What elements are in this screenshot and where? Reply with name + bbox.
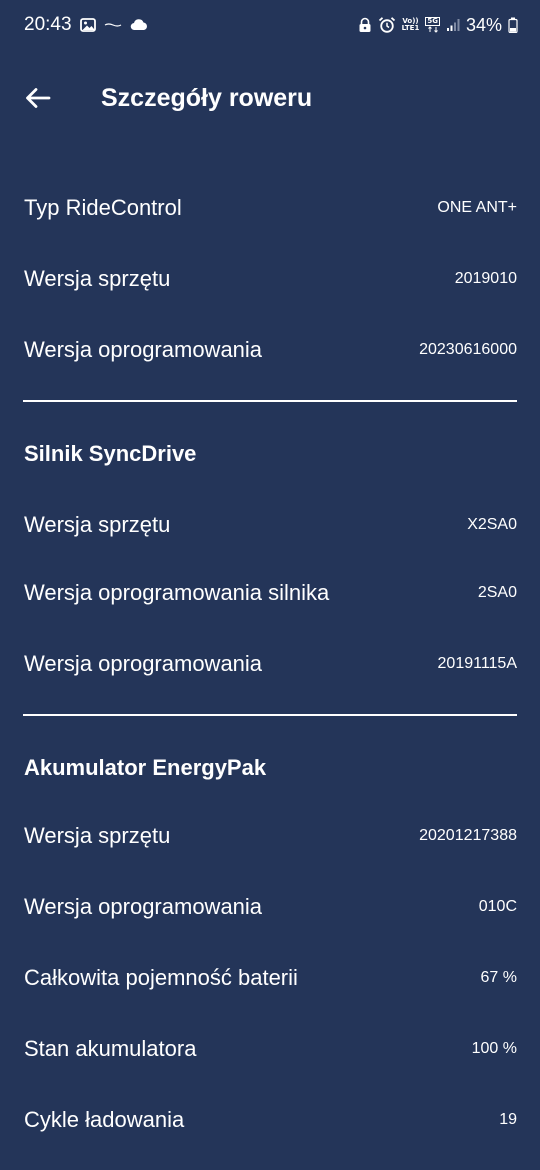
battery-icon bbox=[508, 17, 518, 33]
info-row-charge-cycles: Cykle ładowania 19 bbox=[24, 1100, 517, 1140]
network-bottom-label: LTE1 bbox=[401, 24, 420, 32]
section-title-battery: Akumulator EnergyPak bbox=[24, 755, 267, 780]
row-label: Wersja oprogramowania bbox=[24, 337, 263, 362]
section-divider bbox=[23, 400, 517, 402]
row-label: Wersja sprzętu bbox=[24, 266, 171, 291]
row-value: 2019010 bbox=[454, 270, 517, 287]
volte-icon: Vo)) LTE1 bbox=[402, 18, 420, 32]
row-label: Typ RideControl bbox=[24, 195, 182, 220]
info-row-battery-software-version: Wersja oprogramowania 010C bbox=[24, 887, 517, 927]
status-left: 20:43 bbox=[24, 14, 148, 36]
gallery-icon bbox=[79, 18, 96, 32]
row-value: 19 bbox=[499, 1111, 517, 1128]
info-row-battery-capacity: Całkowita pojemność baterii 67 % bbox=[24, 958, 517, 998]
section-divider bbox=[23, 714, 517, 716]
info-row-motor-software-version: Wersja oprogramowania 20191115A bbox=[24, 644, 517, 684]
row-value: 2SA0 bbox=[477, 584, 517, 601]
dash-icon bbox=[104, 22, 122, 28]
row-label: Wersja oprogramowania bbox=[24, 894, 263, 919]
row-value: ONE ANT+ bbox=[437, 199, 517, 216]
row-value: X2SA0 bbox=[467, 516, 517, 533]
row-label: Stan akumulatora bbox=[24, 1036, 197, 1061]
status-bar: 20:43 Vo)) LTE1 5G 34% bbox=[0, 0, 540, 50]
info-row-motor-hardware-version: Wersja sprzętu X2SA0 bbox=[24, 505, 517, 545]
info-row-hardware-version: Wersja sprzętu 2019010 bbox=[24, 259, 517, 299]
row-label: Wersja sprzętu bbox=[24, 823, 171, 848]
row-value: 100 % bbox=[471, 1040, 517, 1057]
row-value: 20201217388 bbox=[419, 827, 517, 844]
section-title-motor: Silnik SyncDrive bbox=[24, 441, 197, 466]
info-row-battery-hardware-version: Wersja sprzętu 20201217388 bbox=[24, 816, 517, 856]
app-header: Szczegóły roweru bbox=[0, 72, 540, 124]
status-right: Vo)) LTE1 5G 34% bbox=[358, 14, 518, 36]
back-button[interactable] bbox=[22, 82, 54, 114]
page-title: Szczegóły roweru bbox=[101, 84, 313, 112]
arrow-left-icon bbox=[26, 88, 51, 108]
row-label: Całkowita pojemność baterii bbox=[24, 965, 298, 990]
info-row-motor-firmware-version: Wersja oprogramowania silnika 2SA0 bbox=[24, 573, 517, 613]
row-label: Cykle ładowania bbox=[24, 1107, 185, 1132]
row-value: 010C bbox=[478, 898, 517, 915]
status-time: 20:43 bbox=[24, 14, 72, 35]
fiveg-icon: 5G bbox=[425, 17, 440, 33]
info-row-battery-health: Stan akumulatora 100 % bbox=[24, 1029, 517, 1069]
row-label: Wersja oprogramowania silnika bbox=[24, 580, 330, 605]
battery-percent: 34% bbox=[465, 15, 502, 35]
row-value: 20191115A bbox=[437, 655, 517, 672]
fiveg-label: 5G bbox=[425, 17, 440, 26]
cloud-icon bbox=[130, 19, 148, 31]
row-value: 67 % bbox=[480, 969, 517, 986]
signal-icon bbox=[446, 18, 460, 32]
data-arrows-icon bbox=[427, 26, 438, 33]
info-row-software-version: Wersja oprogramowania 20230616000 bbox=[24, 330, 517, 370]
row-value: 20230616000 bbox=[419, 341, 517, 358]
row-label: Wersja sprzętu bbox=[24, 512, 171, 537]
alarm-icon bbox=[378, 16, 396, 34]
lock-icon bbox=[358, 17, 372, 33]
row-label: Wersja oprogramowania bbox=[24, 651, 263, 676]
info-row-ridecontrol-type: Typ RideControl ONE ANT+ bbox=[24, 188, 517, 228]
